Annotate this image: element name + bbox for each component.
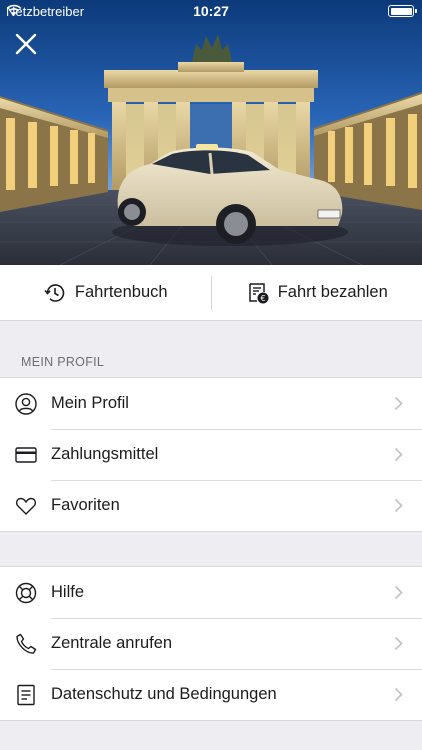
support-list: Hilfe Zentrale anrufen Datenschutz und B… <box>0 566 422 721</box>
logbook-button[interactable]: Fahrtenbuch <box>0 265 211 320</box>
chevron-right-icon <box>394 636 403 651</box>
menu-item-label: Favoriten <box>51 496 120 514</box>
chevron-right-icon <box>394 447 403 462</box>
menu-item-label: Zentrale anrufen <box>51 634 173 652</box>
action-bar: Fahrtenbuch € Fahrt bezahlen <box>0 265 422 321</box>
logbook-label: Fahrtenbuch <box>74 283 168 301</box>
menu-item-label: Mein Profil <box>51 394 129 412</box>
menu-item-label: Zahlungsmittel <box>51 445 159 463</box>
brandenburg-gate-taxi-illustration <box>0 34 422 265</box>
status-bar: Netzbetreiber 10:27 <box>0 0 422 22</box>
chevron-right-icon <box>394 585 403 600</box>
chevron-right-icon <box>394 687 403 702</box>
menu-item-privacy-terms[interactable]: Datenschutz und Bedingungen <box>0 669 422 720</box>
user-icon <box>13 391 39 417</box>
pay-ride-button[interactable]: € Fahrt bezahlen <box>212 265 422 320</box>
lifebuoy-icon <box>13 580 39 606</box>
menu-item-payment-methods[interactable]: Zahlungsmittel <box>0 429 422 480</box>
svg-text:€: € <box>260 294 265 303</box>
credit-card-icon <box>13 442 39 468</box>
menu-item-call-dispatch[interactable]: Zentrale anrufen <box>0 618 422 669</box>
document-icon <box>13 682 39 708</box>
history-icon <box>44 283 65 302</box>
close-button[interactable] <box>12 30 40 58</box>
menu-item-help[interactable]: Hilfe <box>0 567 422 618</box>
phone-icon <box>13 631 39 657</box>
heart-icon <box>13 493 39 519</box>
close-icon <box>15 33 37 55</box>
section-header-profile: MEIN PROFIL <box>21 355 105 369</box>
receipt-euro-icon: € <box>248 282 269 303</box>
menu-item-label: Hilfe <box>51 583 85 601</box>
menu-item-label: Datenschutz und Bedingungen <box>51 685 277 703</box>
chevron-right-icon <box>394 498 403 513</box>
battery-icon <box>388 5 417 17</box>
menu-item-favorites[interactable]: Favoriten <box>0 480 422 531</box>
pay-ride-label: Fahrt bezahlen <box>277 283 388 301</box>
profile-list: Mein Profil Zahlungsmittel Favoriten <box>0 377 422 532</box>
chevron-right-icon <box>394 396 403 411</box>
clock: 10:27 <box>193 3 229 19</box>
menu-item-my-profile[interactable]: Mein Profil <box>0 378 422 429</box>
hero-image: Netzbetreiber 10:27 <box>0 0 422 265</box>
